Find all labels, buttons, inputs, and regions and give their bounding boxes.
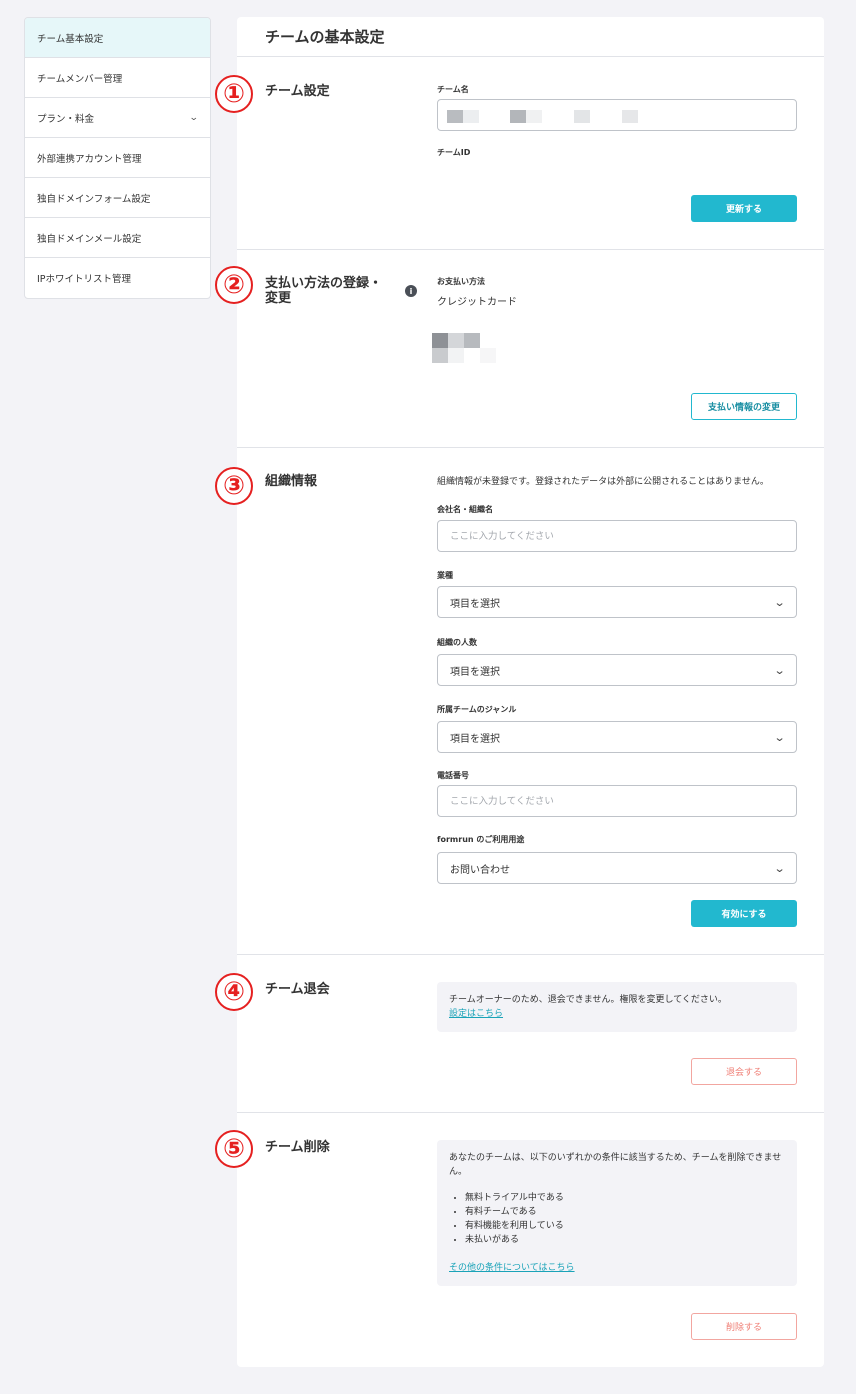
select-value: 項目を選択 bbox=[450, 666, 500, 678]
settings-sidebar: チーム基本設定 チームメンバー管理 プラン・料金 ⌄ 外部連携アカウント管理 独自… bbox=[24, 17, 211, 299]
list-item: 有料チームである bbox=[465, 1205, 785, 1219]
section-title: 組織情報 bbox=[265, 474, 318, 489]
divider bbox=[237, 249, 824, 250]
industry-label: 業種 bbox=[437, 571, 453, 580]
chevron-down-icon: ⌄ bbox=[773, 730, 786, 744]
phone-label: 電話番号 bbox=[437, 771, 469, 780]
organization-notice: 組織情報が未登録です。登録されたデータは外部に公開されることはありません。 bbox=[437, 477, 769, 487]
sidebar-item-label: プラン・料金 bbox=[37, 113, 95, 125]
divider bbox=[237, 1112, 824, 1113]
delete-notice-text: あなたのチームは、以下のいずれかの条件に該当するため、チームを削除できません。 bbox=[449, 1153, 782, 1177]
annotation-badge-4: ④ bbox=[215, 973, 253, 1011]
sidebar-item-label: 独自ドメインメール設定 bbox=[37, 233, 142, 245]
section-title: チーム設定 bbox=[265, 84, 330, 99]
industry-select[interactable]: 項目を選択 ⌄ bbox=[437, 586, 797, 618]
leave-team-button[interactable]: 退会する bbox=[691, 1058, 797, 1085]
chevron-down-icon: ⌄ bbox=[773, 595, 786, 609]
leave-notice-text: チームオーナーのため、退会できません。権限を変更してください。 bbox=[449, 995, 727, 1005]
org-size-label: 組織の人数 bbox=[437, 638, 477, 647]
enable-organization-button[interactable]: 有効にする bbox=[691, 900, 797, 927]
sidebar-item-label: 独自ドメインフォーム設定 bbox=[37, 193, 151, 205]
sidebar-item-ip-whitelist[interactable]: IPホワイトリスト管理 bbox=[25, 258, 210, 298]
list-item: 無料トライアル中である bbox=[465, 1191, 785, 1205]
sidebar-item-domain-mail[interactable]: 独自ドメインメール設定 bbox=[25, 218, 210, 258]
sidebar-item-team-members[interactable]: チームメンバー管理 bbox=[25, 58, 210, 98]
divider bbox=[237, 954, 824, 955]
divider bbox=[237, 56, 824, 57]
sidebar-item-label: IPホワイトリスト管理 bbox=[37, 274, 132, 285]
change-payment-button[interactable]: 支払い情報の変更 bbox=[691, 393, 797, 420]
team-name-field[interactable] bbox=[437, 99, 797, 131]
select-value: 項目を選択 bbox=[450, 733, 500, 745]
list-item: 未払いがある bbox=[465, 1233, 785, 1247]
delete-notice-box: あなたのチームは、以下のいずれかの条件に該当するため、チームを削除できません。 … bbox=[437, 1140, 797, 1286]
company-name-label: 会社名・組織名 bbox=[437, 505, 493, 514]
sidebar-item-plan[interactable]: プラン・料金 ⌄ bbox=[25, 98, 210, 138]
sidebar-item-label: チームメンバー管理 bbox=[37, 73, 123, 85]
delete-team-button[interactable]: 削除する bbox=[691, 1313, 797, 1340]
team-genre-select[interactable]: 項目を選択 ⌄ bbox=[437, 721, 797, 753]
payment-method-value: クレジットカード bbox=[437, 297, 517, 308]
section-title: チーム削除 bbox=[265, 1140, 330, 1155]
usage-select[interactable]: お問い合わせ ⌄ bbox=[437, 852, 797, 884]
team-id-label: チームID bbox=[437, 148, 471, 157]
chevron-down-icon: ⌄ bbox=[189, 112, 200, 123]
delete-conditions-list: 無料トライアル中である 有料チームである 有料機能を利用している 未払いがある bbox=[449, 1191, 785, 1247]
payment-method-label: お支払い方法 bbox=[437, 277, 485, 286]
annotation-badge-3: ③ bbox=[215, 467, 253, 505]
sidebar-item-label: チーム基本設定 bbox=[37, 33, 104, 45]
team-genre-label: 所属チームのジャンル bbox=[437, 705, 517, 714]
page-title: チームの基本設定 bbox=[265, 28, 385, 46]
team-name-label: チーム名 bbox=[437, 85, 469, 94]
settings-link[interactable]: 設定はこちら bbox=[449, 1009, 503, 1019]
update-team-button[interactable]: 更新する bbox=[691, 195, 797, 222]
main-panel: チームの基本設定 ① チーム設定 チーム名 チームID 更新する ② 支払い方法… bbox=[215, 17, 824, 1367]
sidebar-item-external-accounts[interactable]: 外部連携アカウント管理 bbox=[25, 138, 210, 178]
info-icon[interactable]: i bbox=[405, 285, 417, 297]
chevron-down-icon: ⌄ bbox=[773, 861, 786, 875]
section-title: チーム退会 bbox=[265, 982, 330, 997]
list-item: 有料機能を利用している bbox=[465, 1219, 785, 1233]
chevron-down-icon: ⌄ bbox=[773, 663, 786, 677]
sidebar-item-domain-form[interactable]: 独自ドメインフォーム設定 bbox=[25, 178, 210, 218]
leave-notice-box: チームオーナーのため、退会できません。権限を変更してください。 設定はこちら bbox=[437, 982, 797, 1032]
select-value: お問い合わせ bbox=[450, 864, 510, 876]
annotation-badge-1: ① bbox=[215, 75, 253, 113]
other-conditions-link[interactable]: その他の条件についてはこちら bbox=[449, 1263, 575, 1273]
divider bbox=[237, 447, 824, 448]
annotation-badge-2: ② bbox=[215, 266, 253, 304]
usage-label: formrun のご利用用途 bbox=[437, 835, 525, 844]
sidebar-item-label: 外部連携アカウント管理 bbox=[37, 153, 142, 165]
org-size-select[interactable]: 項目を選択 ⌄ bbox=[437, 654, 797, 686]
sidebar-item-team-basic[interactable]: チーム基本設定 bbox=[25, 18, 210, 58]
phone-input[interactable] bbox=[437, 785, 797, 817]
annotation-badge-5: ⑤ bbox=[215, 1130, 253, 1168]
section-title: 支払い方法の登録・変更 bbox=[265, 276, 383, 306]
select-value: 項目を選択 bbox=[450, 598, 500, 610]
company-name-input[interactable] bbox=[437, 520, 797, 552]
